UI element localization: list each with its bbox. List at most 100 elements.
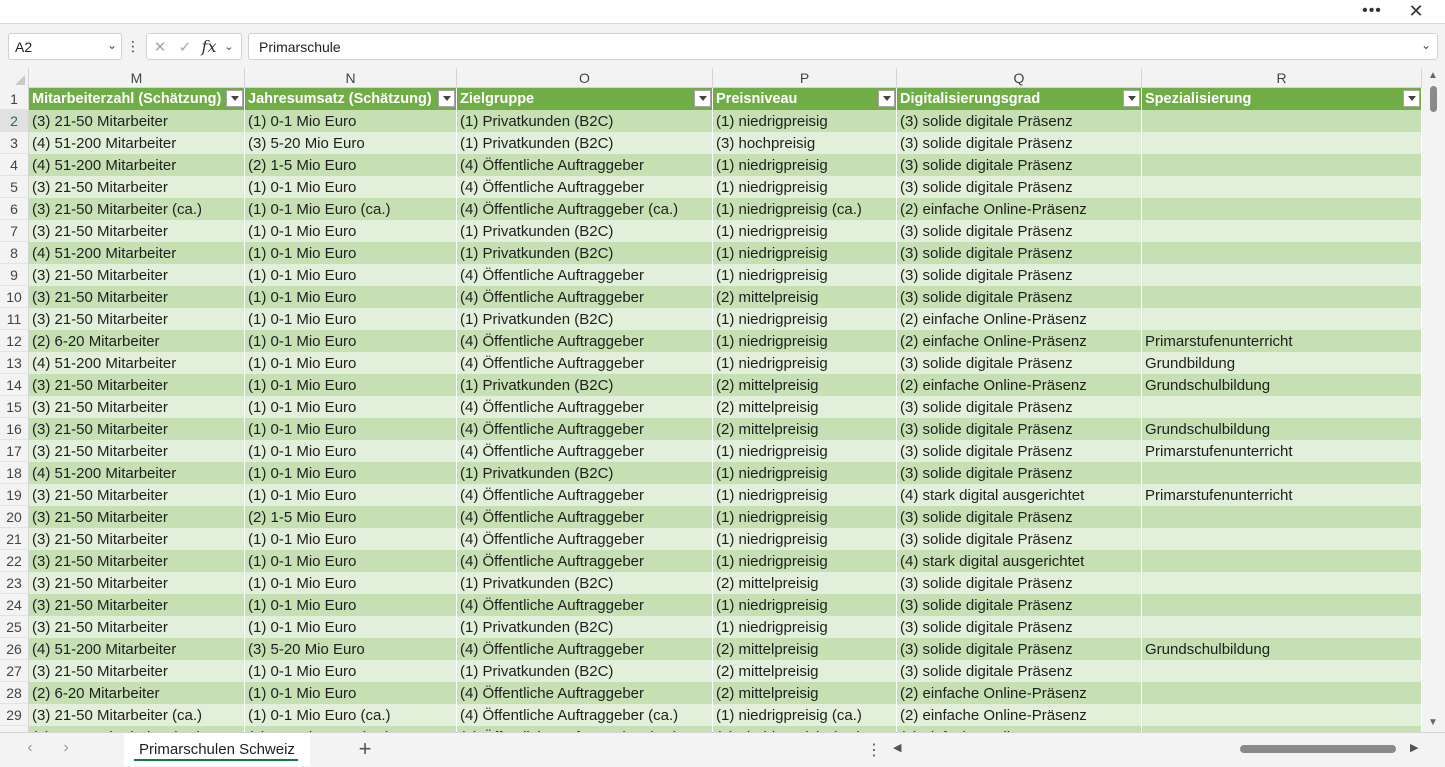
vertical-dots-icon[interactable]: ⋮ — [126, 36, 140, 56]
table-cell[interactable]: (3) 21-50 Mitarbeiter — [29, 396, 245, 418]
table-header-cell[interactable]: Digitalisierungsgrad — [897, 88, 1142, 110]
table-cell[interactable] — [1142, 132, 1422, 154]
table-cell[interactable]: (3) solide digitale Präsenz — [897, 572, 1142, 594]
table-cell[interactable]: (1) Privatkunden (B2C) — [457, 132, 713, 154]
table-cell[interactable]: (3) solide digitale Präsenz — [897, 110, 1142, 132]
table-cell[interactable] — [1142, 550, 1422, 572]
table-cell[interactable]: (1) niedrigpreisig — [713, 264, 897, 286]
row-header[interactable]: 6 — [0, 198, 29, 220]
row-header[interactable]: 29 — [0, 704, 29, 726]
close-button[interactable]: ✕ — [1405, 1, 1427, 21]
table-cell[interactable]: (3) 21-50 Mitarbeiter — [29, 660, 245, 682]
table-cell[interactable]: (1) 0-1 Mio Euro — [245, 594, 457, 616]
row-header[interactable]: 10 — [0, 286, 29, 308]
table-cell[interactable]: (4) Öffentliche Auftraggeber — [457, 286, 713, 308]
table-cell[interactable]: (2) mittelpreisig — [713, 396, 897, 418]
sheet-tab-active[interactable]: Primarschulen Schweiz — [124, 733, 310, 766]
table-cell[interactable]: (3) solide digitale Präsenz — [897, 176, 1142, 198]
row-header[interactable]: 22 — [0, 550, 29, 572]
table-cell[interactable]: (1) 0-1 Mio Euro — [245, 374, 457, 396]
table-cell[interactable]: (3) solide digitale Präsenz — [897, 220, 1142, 242]
table-cell[interactable]: (1) 0-1 Mio Euro — [245, 418, 457, 440]
table-cell[interactable]: (2) mittelpreisig — [713, 286, 897, 308]
table-cell[interactable]: (1) 0-1 Mio Euro — [245, 550, 457, 572]
table-cell[interactable] — [1142, 616, 1422, 638]
table-cell[interactable]: (3) solide digitale Präsenz — [897, 594, 1142, 616]
column-header-p[interactable]: P — [713, 68, 897, 88]
table-cell[interactable]: (2) mittelpreisig — [713, 660, 897, 682]
table-cell[interactable]: (4) Öffentliche Auftraggeber — [457, 594, 713, 616]
table-cell[interactable]: (1) 0-1 Mio Euro — [245, 110, 457, 132]
table-header-cell[interactable]: Zielgruppe — [457, 88, 713, 110]
table-cell[interactable]: (2) einfache Online-Präsenz — [897, 198, 1142, 220]
table-cell[interactable]: (1) 0-1 Mio Euro — [245, 462, 457, 484]
row-header[interactable]: 8 — [0, 242, 29, 264]
table-cell[interactable] — [1142, 396, 1422, 418]
table-cell[interactable] — [1142, 462, 1422, 484]
table-cell[interactable]: (1) Privatkunden (B2C) — [457, 572, 713, 594]
check-icon[interactable]: ✓ — [173, 34, 197, 59]
table-header-cell[interactable]: Spezialisierung — [1142, 88, 1422, 110]
table-cell[interactable]: (1) 0-1 Mio Euro — [245, 616, 457, 638]
table-cell[interactable]: Grundschulbildung — [1142, 418, 1422, 440]
vertical-scrollbar[interactable]: ▲ ▼ — [1422, 68, 1445, 732]
table-cell[interactable]: (4) Öffentliche Auftraggeber (ca.) — [457, 198, 713, 220]
table-cell[interactable]: (1) niedrigpreisig — [713, 308, 897, 330]
table-cell[interactable]: (3) solide digitale Präsenz — [897, 506, 1142, 528]
table-cell[interactable]: Grundschulbildung — [1142, 374, 1422, 396]
table-cell[interactable]: (3) solide digitale Präsenz — [897, 440, 1142, 462]
table-cell[interactable]: (3) solide digitale Präsenz — [897, 418, 1142, 440]
table-cell[interactable]: (3) 21-50 Mitarbeiter — [29, 616, 245, 638]
table-cell[interactable]: (3) solide digitale Präsenz — [897, 528, 1142, 550]
table-cell[interactable]: (1) Privatkunden (B2C) — [457, 220, 713, 242]
table-cell[interactable]: Grundschulbildung — [1142, 638, 1422, 660]
table-cell[interactable]: (3) 21-50 Mitarbeiter — [29, 594, 245, 616]
column-header-r[interactable]: R — [1142, 68, 1422, 88]
table-cell[interactable]: (4) 51-200 Mitarbeiter — [29, 352, 245, 374]
table-cell[interactable]: (1) niedrigpreisig — [713, 242, 897, 264]
row-header[interactable]: 16 — [0, 418, 29, 440]
table-cell[interactable]: (4) Öffentliche Auftraggeber — [457, 682, 713, 704]
table-cell[interactable]: (4) Öffentliche Auftraggeber (ca.) — [457, 704, 713, 726]
table-cell[interactable]: (3) 21-50 Mitarbeiter (ca.) — [29, 704, 245, 726]
table-cell[interactable] — [1142, 660, 1422, 682]
row-header[interactable]: 17 — [0, 440, 29, 462]
table-header-cell[interactable]: Preisniveau — [713, 88, 897, 110]
column-header-n[interactable]: N — [245, 68, 457, 88]
row-header[interactable]: 20 — [0, 506, 29, 528]
table-cell[interactable]: (1) Privatkunden (B2C) — [457, 660, 713, 682]
table-cell[interactable]: (3) 21-50 Mitarbeiter — [29, 220, 245, 242]
table-cell[interactable]: (4) Öffentliche Auftraggeber — [457, 396, 713, 418]
row-header[interactable]: 14 — [0, 374, 29, 396]
row-header[interactable]: 7 — [0, 220, 29, 242]
table-cell[interactable]: (3) solide digitale Präsenz — [897, 638, 1142, 660]
scroll-down-icon[interactable]: ▼ — [1428, 717, 1438, 728]
table-cell[interactable]: (1) niedrigpreisig — [713, 176, 897, 198]
table-cell[interactable]: (2) mittelpreisig — [713, 418, 897, 440]
table-cell[interactable]: (4) 51-200 Mitarbeiter — [29, 132, 245, 154]
table-cell[interactable]: (2) 1-5 Mio Euro — [245, 154, 457, 176]
table-cell[interactable]: (3) 21-50 Mitarbeiter — [29, 374, 245, 396]
table-cell[interactable]: (3) 21-50 Mitarbeiter — [29, 572, 245, 594]
row-header[interactable]: 2 — [0, 110, 29, 132]
row-header[interactable]: 23 — [0, 572, 29, 594]
row-header[interactable]: 9 — [0, 264, 29, 286]
table-cell[interactable]: (1) 0-1 Mio Euro — [245, 440, 457, 462]
table-cell[interactable]: (1) Privatkunden (B2C) — [457, 374, 713, 396]
insert-function-icon[interactable]: fx — [197, 34, 221, 59]
horizontal-scroll-thumb[interactable] — [1240, 745, 1396, 753]
row-header[interactable]: 26 — [0, 638, 29, 660]
row-header[interactable]: 25 — [0, 616, 29, 638]
table-cell[interactable]: (1) niedrigpreisig — [713, 594, 897, 616]
table-cell[interactable] — [1142, 220, 1422, 242]
table-cell[interactable]: Primarstufenunterricht — [1142, 330, 1422, 352]
table-cell[interactable]: (1) 0-1 Mio Euro — [245, 660, 457, 682]
chevron-down-icon[interactable]: ⌄ — [221, 34, 237, 59]
spreadsheet-grid[interactable]: MNOPQR 1 Mitarbeiterzahl (Schätzung) Jahre… — [0, 68, 1445, 732]
table-cell[interactable]: (1) niedrigpreisig — [713, 506, 897, 528]
table-cell[interactable]: (1) niedrigpreisig — [713, 110, 897, 132]
column-header-m[interactable]: M — [29, 68, 245, 88]
table-cell[interactable] — [1142, 242, 1422, 264]
table-cell[interactable]: (4) stark digital ausgerichtet — [897, 550, 1142, 572]
expand-formula-icon[interactable]: ⌄ — [1421, 38, 1431, 52]
